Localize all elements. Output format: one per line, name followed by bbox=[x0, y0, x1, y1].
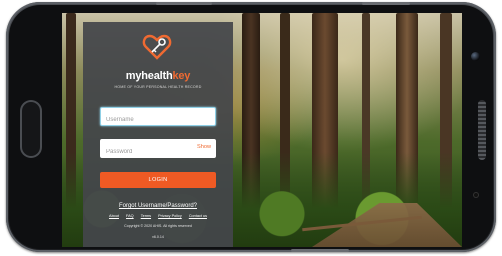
tagline: HOME OF YOUR PERSONAL HEALTH RECORD bbox=[114, 85, 202, 89]
username-input[interactable] bbox=[101, 112, 186, 128]
app-title-part1: myhealth bbox=[125, 70, 173, 82]
password-input[interactable] bbox=[101, 144, 186, 160]
password-field[interactable]: Show bbox=[100, 139, 216, 160]
login-panel: myhealthkey HOME OF YOUR PERSONAL HEALTH… bbox=[83, 22, 233, 247]
phone-device: myhealthkey HOME OF YOUR PERSONAL HEALTH… bbox=[6, 2, 496, 252]
heart-key-icon bbox=[142, 34, 172, 60]
phone-side-button bbox=[291, 249, 349, 252]
terms-link[interactable]: Terms bbox=[141, 214, 151, 218]
show-password-button[interactable]: Show bbox=[197, 144, 211, 150]
speaker-grille bbox=[478, 100, 486, 160]
privacy-policy-link[interactable]: Privacy Policy bbox=[158, 214, 182, 218]
app-title: myhealthkey bbox=[83, 70, 233, 82]
faq-link[interactable]: FAQ bbox=[126, 214, 134, 218]
footer-links: About FAQ Terms Privacy Policy Contact u… bbox=[83, 214, 233, 218]
login-button[interactable]: LOGIN bbox=[100, 172, 216, 188]
app-title-part2: key bbox=[172, 70, 191, 82]
about-link[interactable]: About bbox=[109, 214, 119, 218]
sensor-icon bbox=[473, 192, 479, 198]
version-text: v6.0.14 bbox=[152, 235, 164, 239]
camera-icon bbox=[471, 52, 480, 61]
copyright-text: Copyright © 2020 AHIS. All rights reserv… bbox=[124, 224, 192, 228]
screen: myhealthkey HOME OF YOUR PERSONAL HEALTH… bbox=[62, 13, 462, 247]
forgot-password-link[interactable]: Forgot Username/Password? bbox=[83, 203, 233, 209]
contact-us-link[interactable]: Contact us bbox=[189, 214, 207, 218]
home-button[interactable] bbox=[20, 100, 42, 158]
username-field[interactable] bbox=[100, 107, 216, 128]
